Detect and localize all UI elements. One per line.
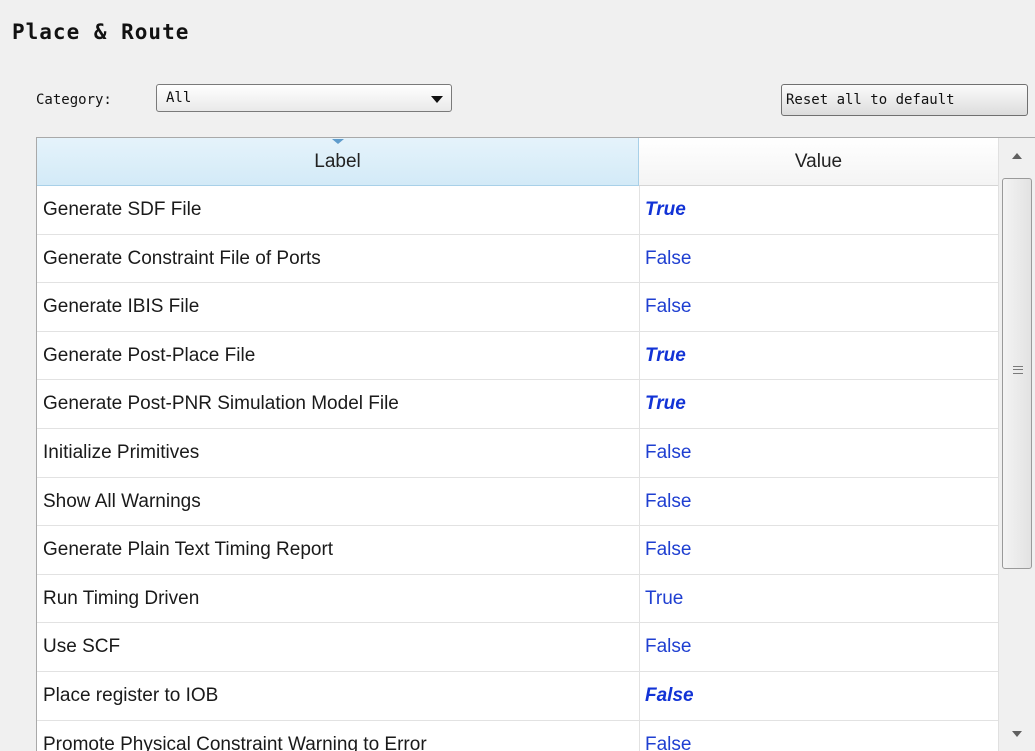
grip-icon	[1013, 366, 1023, 374]
column-header-value[interactable]: Value	[639, 138, 998, 186]
table-row[interactable]: Generate Post-Place File True	[37, 331, 998, 381]
table-row[interactable]: Generate Plain Text Timing Report False	[37, 526, 998, 575]
row-label: Generate Post-Place File	[43, 344, 256, 366]
row-value[interactable]: False	[639, 720, 998, 751]
row-label: Generate IBIS File	[43, 296, 200, 318]
row-value[interactable]: False	[639, 283, 998, 332]
table-row[interactable]: Show All Warnings False	[37, 477, 998, 527]
row-value[interactable]: False	[639, 234, 998, 283]
reset-all-button[interactable]: Reset all to default	[781, 84, 1028, 116]
table-row[interactable]: Run Timing Driven True	[37, 574, 998, 624]
row-value[interactable]: True	[639, 380, 998, 429]
row-label: Generate SDF File	[43, 199, 202, 220]
scroll-down-arrow-icon[interactable]	[999, 714, 1035, 751]
table-body: Generate SDF File True Generate Constraint…	[37, 186, 998, 751]
row-value[interactable]: True	[639, 574, 998, 623]
row-value[interactable]: False	[639, 477, 998, 526]
row-value[interactable]: True	[639, 331, 998, 380]
page-title: Place & Route	[12, 20, 190, 44]
row-label: Show All Warnings	[43, 490, 201, 512]
row-label: Initialize Primitives	[43, 441, 200, 463]
table-row[interactable]: Generate SDF File True	[37, 186, 998, 235]
row-value[interactable]: False	[639, 623, 998, 672]
table-row[interactable]: Place register to IOB False	[37, 671, 998, 721]
category-dropdown[interactable]: All	[156, 84, 452, 112]
row-label: Generate Plain Text Timing Report	[43, 539, 334, 561]
row-label: Use SCF	[43, 636, 121, 658]
scrollbar-thumb[interactable]	[1002, 178, 1032, 569]
row-label: Promote Physical Constraint Warning to E…	[43, 733, 427, 751]
row-label: Place register to IOB	[43, 684, 219, 706]
vertical-scrollbar[interactable]	[998, 138, 1035, 751]
category-label: Category:	[36, 92, 112, 108]
chevron-down-icon	[431, 96, 443, 103]
column-header-label-text: Label	[314, 150, 361, 172]
properties-table: Label Value Generate SDF File True Generat…	[36, 137, 1035, 751]
column-header-value-text: Value	[794, 150, 843, 172]
table-row[interactable]: Promote Physical Constraint Warning to E…	[37, 720, 998, 751]
row-value[interactable]: False	[639, 526, 998, 575]
category-selected-value: All	[166, 90, 192, 106]
row-value[interactable]: False	[639, 671, 998, 720]
row-label: Generate Post-PNR Simulation Model File	[43, 393, 399, 415]
table-row[interactable]: Generate Post-PNR Simulation Model File T…	[37, 380, 998, 429]
table-row[interactable]: Generate Constraint File of Ports False	[37, 234, 998, 284]
row-label: Run Timing Driven	[43, 587, 200, 609]
row-label: Generate Constraint File of Ports	[43, 247, 321, 269]
table-row[interactable]: Initialize Primitives False	[37, 428, 998, 478]
sort-indicator-icon	[332, 139, 344, 144]
column-header-label[interactable]: Label	[37, 138, 639, 186]
row-value[interactable]: True	[639, 186, 998, 234]
table-row[interactable]: Generate IBIS File False	[37, 283, 998, 332]
scroll-up-arrow-icon[interactable]	[999, 138, 1035, 176]
table-row[interactable]: Use SCF False	[37, 623, 998, 672]
row-value[interactable]: False	[639, 428, 998, 477]
